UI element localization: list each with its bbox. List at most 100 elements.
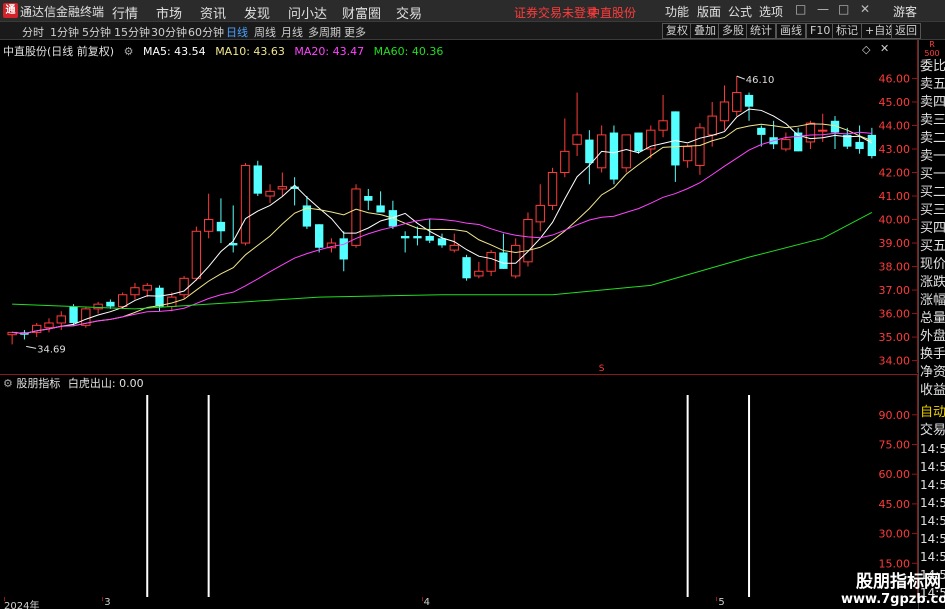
quote-field-label: 买一 (920, 167, 945, 182)
menu-wenxiaoda[interactable]: 问小达 (288, 3, 327, 22)
multi-stock-button[interactable]: 多股 (718, 23, 748, 39)
period-30min[interactable]: 30分钟 (151, 24, 187, 40)
candle-body (118, 294, 128, 308)
stats-button[interactable]: 统计 (746, 23, 776, 39)
candle-body (523, 219, 533, 263)
candle (20, 330, 29, 340)
candle-body (437, 238, 447, 246)
candle-body (671, 111, 680, 166)
trade-login-warning[interactable]: 证券交易未登录 (514, 4, 598, 21)
minimize-icon[interactable]: — (817, 2, 829, 16)
menu-shichang[interactable]: 市场 (156, 3, 182, 22)
settings-gear-icon[interactable]: ⚙ (124, 45, 134, 58)
candle (413, 226, 422, 246)
candle (265, 184, 275, 204)
candle-body (191, 230, 202, 279)
period-60min[interactable]: 60分钟 (188, 24, 224, 40)
period-fenshi[interactable]: 分时 (22, 24, 44, 40)
menu-faxian[interactable]: 发现 (244, 3, 270, 22)
candle-body (277, 186, 288, 190)
quote-field-label: 卖四 (920, 95, 945, 110)
chart-close-icon[interactable]: ✕ (880, 42, 889, 55)
menu-gongneng[interactable]: 功能 (665, 3, 689, 20)
ma20-label: MA20: 43.47 (294, 45, 365, 58)
candle (793, 127, 803, 152)
candle-body (707, 115, 717, 136)
period-bar: 分时 1分钟 5分钟 15分钟 30分钟 60分钟 日线 周线 月线 多周期 更… (0, 22, 945, 40)
candle-body (634, 132, 643, 152)
indicator-title-bar: ⚙ 股朋指标 白虎出山: 0.00 (3, 375, 144, 391)
y-tick-label: 36.00 (879, 308, 911, 321)
candle-body (609, 132, 619, 180)
candle-body (535, 204, 545, 223)
quote-field-label: 净资 (920, 365, 945, 380)
mark-button[interactable]: 标记 (832, 23, 862, 39)
watermark-line1: 股朋指标网 (856, 572, 941, 592)
date-tick (102, 597, 104, 601)
indicator-svg[interactable]: 90.0075.0060.0045.0030.0015.00 (0, 375, 918, 598)
panel-badge-text: 500 (924, 49, 940, 58)
candle (191, 226, 202, 281)
ma60-label: MA60: 40.36 (373, 45, 444, 58)
draw-line-button[interactable]: 画线 (776, 23, 806, 39)
panel-tab[interactable]: 自动 (919, 404, 945, 422)
y-tick-label: 34.00 (879, 355, 911, 368)
quote-field-label: 涨幅 (920, 293, 945, 308)
kline-svg[interactable]: 46.00 45.00 44.00 43.00 42.00 41.00 40.00 39.00… (0, 40, 918, 373)
indicator-settings-icon[interactable]: ⚙ (3, 377, 13, 390)
candle-body (621, 134, 631, 169)
candle (203, 193, 214, 239)
candle-body (425, 235, 434, 241)
restore-icon[interactable]: □ (795, 2, 806, 16)
period-5min[interactable]: 5分钟 (82, 24, 111, 40)
candle (732, 76, 742, 117)
chart-expand-icon[interactable]: ◇ (862, 43, 870, 56)
period-monthly[interactable]: 月线 (281, 24, 303, 40)
overlay-button[interactable]: 叠加 (690, 23, 720, 39)
ind-y-tick-label: 60.00 (879, 468, 911, 481)
menu-jiaoyi[interactable]: 交易 (396, 3, 422, 22)
maximize-icon[interactable]: □ (838, 2, 849, 16)
period-more[interactable]: 更多 (344, 24, 366, 40)
high-price-label: 46.10 (746, 75, 775, 86)
period-daily[interactable]: 日线 (226, 24, 248, 40)
candle (400, 231, 410, 253)
close-icon[interactable]: ✕ (860, 2, 870, 16)
chart-title: 中直股份(日线 前复权) (3, 45, 115, 58)
quote-field-label: 委比 (920, 59, 945, 74)
candle-body (682, 146, 693, 162)
menu-xuanxiang[interactable]: 选项 (759, 3, 783, 20)
panel-badge[interactable]: R 500 (919, 40, 945, 58)
trade-time-row: 14:56 (920, 442, 945, 456)
indicator-pane[interactable]: 90.00 75.00 60.00 45.00 30.00 15.00 ⚙ 股朋指标 白虎… (0, 374, 918, 598)
login-status[interactable]: 游客 (893, 3, 917, 20)
menu-hangqing[interactable]: 行情 (112, 3, 138, 22)
candle (339, 231, 348, 272)
menu-gongshi[interactable]: 公式 (728, 3, 752, 20)
period-multi[interactable]: 多周期 (308, 24, 341, 40)
menu-zixun[interactable]: 资讯 (200, 3, 226, 22)
period-weekly[interactable]: 周线 (254, 24, 276, 40)
candle (290, 177, 299, 206)
quote-field-label: 外盘 (920, 329, 945, 344)
indicator-name[interactable]: 股朋指标 (16, 377, 60, 390)
fuquan-button[interactable]: 复权 (662, 23, 692, 39)
candle (830, 116, 840, 149)
high-pointer (736, 75, 745, 80)
candle (560, 118, 570, 178)
f10-button[interactable]: F10 (806, 23, 835, 39)
date-tick (716, 597, 718, 601)
candle-body (658, 120, 668, 131)
candle (523, 212, 533, 267)
panel-tab[interactable]: 交易 (919, 422, 945, 440)
menu-caifuquan[interactable]: 财富圈 (342, 3, 381, 22)
period-15min[interactable]: 15分钟 (114, 24, 150, 40)
menu-banmian[interactable]: 版面 (697, 3, 721, 20)
quote-side-panel: R 500 委比 卖五 卖四 卖三 卖二 卖一 买一 买二 买三 买四 买五 现价 涨跌 涨幅 总量 外盘 换手 净资… (918, 40, 945, 609)
quote-field-label: 收益 (920, 383, 945, 398)
period-1min[interactable]: 1分钟 (50, 24, 79, 40)
kline-chart[interactable]: 46.00 45.00 44.00 43.00 42.00 41.00 40.00 39.00… (0, 40, 918, 373)
candle (253, 160, 262, 197)
event-marker: S (599, 364, 605, 373)
back-button[interactable]: 返回 (891, 23, 921, 39)
